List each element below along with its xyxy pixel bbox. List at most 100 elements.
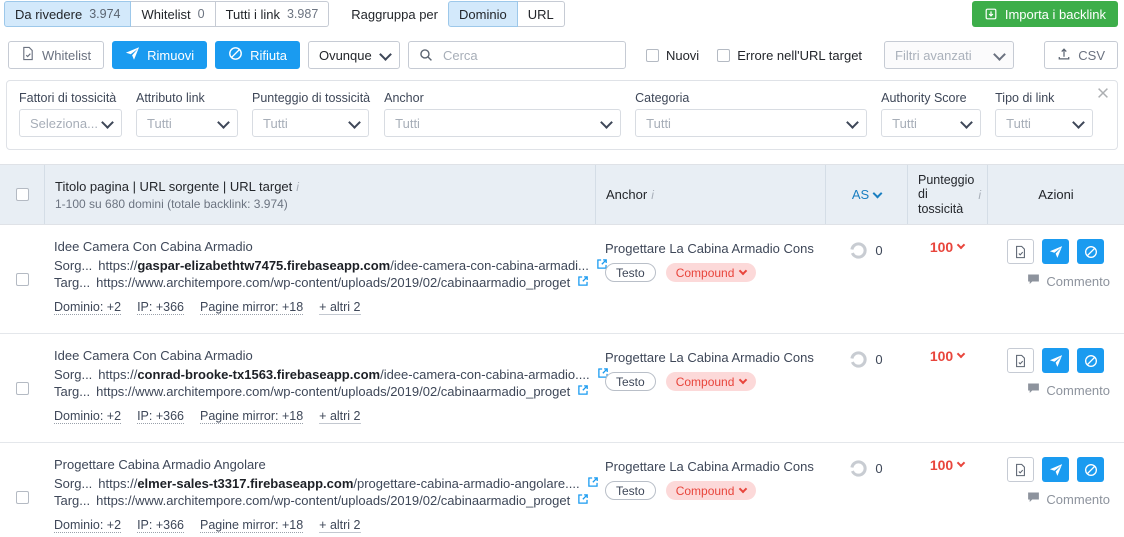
row-whitelist-button[interactable] (1007, 457, 1034, 483)
filter-anchor: Anchor Tutti (384, 91, 622, 137)
row-toxicity-score[interactable]: 100 (929, 239, 966, 256)
group-by-dominio[interactable]: Dominio (448, 1, 518, 27)
advanced-filters-value: Filtri avanzati (895, 47, 972, 63)
tab-tutti-i-link-count: 3.987 (286, 7, 319, 21)
tab-tutti-i-link-label: Tutti i link (225, 6, 280, 22)
search-input[interactable] (440, 42, 617, 68)
row-remove-button[interactable] (1042, 239, 1069, 265)
sublink-altri[interactable]: + altri 2 (319, 300, 361, 316)
row-select-cell (0, 225, 44, 333)
filter-categoria-label: Categoria (635, 91, 690, 105)
row-anchor-tags: Testo Compound (605, 263, 815, 283)
row-remove-button[interactable] (1042, 457, 1069, 483)
row-toxicity-value: 100 (929, 239, 954, 256)
download-icon (984, 7, 998, 21)
reject-button[interactable]: Rifiuta (215, 41, 300, 69)
ban-icon (228, 46, 243, 64)
row-source-url: Sorg... https:// gaspar-elizabethtw7475.… (54, 258, 607, 274)
chevron-down-icon (846, 116, 860, 129)
close-icon[interactable] (1096, 86, 1110, 100)
filter-punteggio-di-tossicita-select[interactable]: Tutti (252, 109, 369, 137)
row-reject-button[interactable] (1077, 457, 1104, 483)
row-source-scheme: https:// (98, 367, 138, 383)
row-remove-button[interactable] (1042, 348, 1069, 374)
tag-compound[interactable]: Compound (665, 372, 757, 392)
csv-export-button[interactable]: CSV (1044, 41, 1118, 69)
checkbox-new-label: Nuovi (665, 47, 700, 63)
tag-compound[interactable]: Compound (665, 481, 757, 501)
info-icon[interactable]: i (978, 188, 981, 202)
select-all-checkbox[interactable] (15, 188, 29, 202)
row-comment-button[interactable]: Commento (997, 491, 1114, 507)
tab-tutti-i-link[interactable]: Tutti i link 3.987 (215, 1, 330, 27)
row-source-scheme: https:// (98, 258, 138, 274)
advanced-filter-panel: Fattori di tossicità Seleziona... Attrib… (6, 80, 1118, 150)
scope-select[interactable]: Ovunque (307, 41, 400, 69)
checkbox-target-url-error[interactable]: Errore nell'URL target (717, 48, 862, 63)
sublink-ip[interactable]: IP: +366 (137, 409, 184, 425)
sublink-ip[interactable]: IP: +366 (137, 518, 184, 534)
sublink-altri[interactable]: + altri 2 (319, 409, 361, 425)
filter-tipo-di-link-select[interactable]: Tutti (995, 109, 1094, 137)
filter-authority-score-select[interactable]: Tutti (881, 109, 982, 137)
checkbox-new-box[interactable] (645, 48, 659, 62)
tab-whitelist[interactable]: Whitelist 0 (131, 1, 216, 27)
row-toxicity-cell: 100 (907, 334, 987, 442)
row-as-score: 0 (875, 352, 883, 368)
action-bar: Whitelist Rimuovi Rifiuta Ovunque Cerca … (0, 38, 1124, 72)
tag-compound[interactable]: Compound (665, 263, 757, 283)
row-page-title: Progettare Cabina Armadio Angolare (54, 457, 266, 473)
row-reject-button[interactable] (1077, 348, 1104, 374)
sublink-dominio[interactable]: Dominio: +2 (54, 409, 122, 425)
header-as-cell[interactable]: AS (825, 165, 907, 225)
external-link-icon[interactable] (577, 275, 589, 290)
row-target-prefix: Targ... (54, 275, 91, 291)
external-link-icon[interactable] (577, 493, 589, 508)
sublink-ip[interactable]: IP: +366 (137, 300, 184, 316)
row-checkbox[interactable] (15, 272, 29, 286)
tab-da-rivedere[interactable]: Da rivedere 3.974 (4, 1, 132, 27)
advanced-filters-select[interactable]: Filtri avanzati (884, 41, 1015, 69)
row-toxicity-score[interactable]: 100 (930, 457, 966, 473)
filter-categoria-select[interactable]: Tutti (635, 109, 868, 137)
row-sublinks: Dominio: +2 IP: +366 Pagine mirror: +18 … (54, 300, 585, 316)
row-page-title: Idee Camera Con Cabina Armadio (54, 348, 253, 364)
row-whitelist-button[interactable] (1007, 348, 1034, 374)
info-icon[interactable]: i (651, 188, 654, 202)
row-reject-button[interactable] (1077, 239, 1104, 265)
row-toxicity-score[interactable]: 100 (930, 348, 966, 364)
header-as-text: AS (851, 187, 870, 203)
sublink-pagine-mirror[interactable]: Pagine mirror: +18 (199, 409, 304, 425)
tag-compound-label: Compound (675, 483, 735, 498)
filter-anchor-value: Tutti (395, 115, 420, 131)
tag-compound-label: Compound (675, 265, 735, 280)
filter-attributo-link-select[interactable]: Tutti (136, 109, 238, 137)
sublink-pagine-mirror[interactable]: Pagine mirror: +18 (199, 518, 304, 534)
header-as-sort[interactable]: AS (851, 187, 883, 203)
search-box[interactable] (407, 41, 626, 69)
checkbox-target-url-error-box[interactable] (717, 48, 731, 62)
sublink-altri[interactable]: + altri 2 (319, 518, 361, 534)
sublink-dominio[interactable]: Dominio: +2 (54, 300, 122, 316)
remove-button[interactable]: Rimuovi (112, 41, 208, 69)
row-comment-button[interactable]: Commento (997, 382, 1114, 398)
row-as-cell: 0 (825, 334, 907, 442)
row-whitelist-button[interactable] (1007, 239, 1034, 265)
sublink-dominio[interactable]: Dominio: +2 (54, 518, 122, 534)
sublink-pagine-mirror[interactable]: Pagine mirror: +18 (199, 300, 304, 316)
row-sublinks: Dominio: +2 IP: +366 Pagine mirror: +18 … (54, 518, 585, 534)
filter-anchor-select[interactable]: Tutti (384, 109, 622, 137)
group-by-url[interactable]: URL (517, 1, 565, 27)
whitelist-button[interactable]: Whitelist (8, 41, 105, 69)
row-checkbox[interactable] (15, 490, 29, 504)
filter-fattori-di-tossicita-select[interactable]: Seleziona... (19, 109, 122, 137)
import-backlinks-button[interactable]: Importa i backlink (971, 1, 1118, 27)
checkbox-new[interactable]: Nuovi (645, 47, 700, 63)
table-row: Idee Camera Con Cabina Armadio Sorg... h… (0, 225, 1124, 335)
row-checkbox[interactable] (15, 381, 29, 395)
row-comment-button[interactable]: Commento (997, 273, 1114, 289)
info-icon[interactable]: i (296, 180, 299, 194)
gauge-icon (850, 351, 868, 368)
scope-select-value: Ovunque (318, 47, 372, 63)
external-link-icon[interactable] (577, 384, 589, 399)
